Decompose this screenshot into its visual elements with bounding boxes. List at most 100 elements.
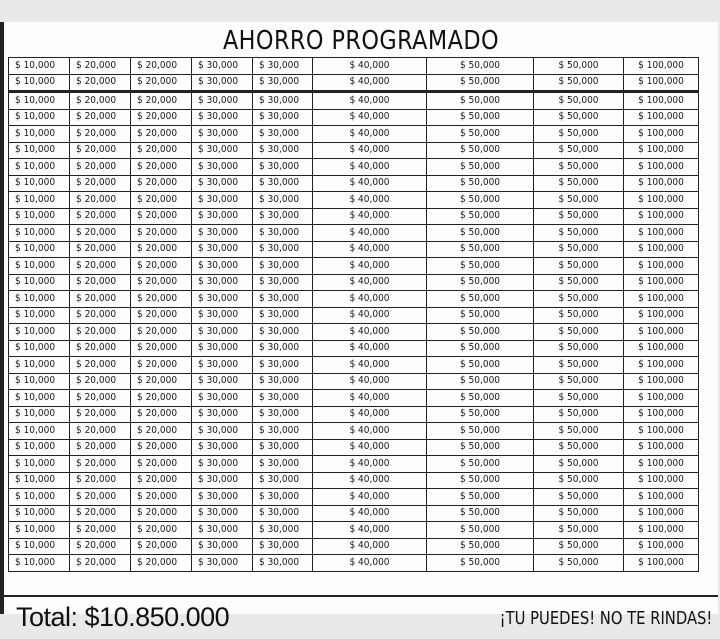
savings-cell: $ 40,000 bbox=[312, 339, 427, 357]
savings-cell: $ 10,000 bbox=[8, 339, 70, 357]
savings-cell: $ 30,000 bbox=[191, 504, 253, 522]
table-row: $ 10,000 $ 20,000 $ 20,000 $ 30,000 $ 30,000… bbox=[8, 554, 699, 572]
table-row: $ 10,000 $ 20,000 $ 20,000 $ 30,000 $ 30,000… bbox=[8, 504, 699, 522]
savings-cell: $ 20,000 bbox=[69, 488, 131, 506]
table-row: $ 10,000 $ 20,000 $ 20,000 $ 30,000 $ 30,000… bbox=[8, 191, 699, 209]
savings-cell: $ 30,000 bbox=[191, 108, 253, 126]
savings-cell: $ 20,000 bbox=[130, 389, 192, 407]
savings-cell: $ 100,000 bbox=[623, 471, 699, 489]
savings-cell: $ 40,000 bbox=[312, 455, 427, 473]
savings-cell: $ 50,000 bbox=[426, 537, 534, 555]
savings-cell: $ 20,000 bbox=[130, 537, 192, 555]
savings-cell: $ 30,000 bbox=[191, 422, 253, 440]
savings-cell: $ 10,000 bbox=[8, 257, 70, 275]
savings-cell: $ 100,000 bbox=[623, 323, 699, 341]
savings-cell: $ 100,000 bbox=[623, 372, 699, 390]
savings-cell: $ 10,000 bbox=[8, 389, 70, 407]
savings-cell: $ 20,000 bbox=[130, 174, 192, 192]
savings-cell: $ 20,000 bbox=[130, 158, 192, 176]
savings-cell: $ 20,000 bbox=[130, 73, 192, 92]
savings-cell: $ 100,000 bbox=[623, 191, 699, 209]
savings-cell: $ 40,000 bbox=[312, 141, 427, 159]
savings-cell: $ 50,000 bbox=[426, 488, 534, 506]
savings-cell: $ 20,000 bbox=[130, 422, 192, 440]
savings-cell: $ 50,000 bbox=[533, 422, 624, 440]
savings-cell: $ 30,000 bbox=[191, 257, 253, 275]
savings-cell: $ 100,000 bbox=[623, 455, 699, 473]
savings-cell: $ 20,000 bbox=[69, 273, 131, 291]
table-row: $ 10,000 $ 20,000 $ 20,000 $ 30,000 $ 30,000… bbox=[8, 422, 699, 440]
savings-cell: $ 30,000 bbox=[191, 488, 253, 506]
savings-cell: $ 50,000 bbox=[533, 471, 624, 489]
savings-cell: $ 50,000 bbox=[426, 191, 534, 209]
table-row: $ 10,000 $ 20,000 $ 20,000 $ 30,000 $ 30,000… bbox=[8, 158, 699, 176]
savings-cell: $ 50,000 bbox=[426, 471, 534, 489]
savings-cell: $ 50,000 bbox=[533, 174, 624, 192]
savings-cell: $ 50,000 bbox=[426, 521, 534, 539]
savings-cell: $ 30,000 bbox=[252, 537, 313, 555]
table-row: $ 10,000 $ 20,000 $ 20,000 $ 30,000 $ 30,000… bbox=[8, 438, 699, 456]
savings-cell: $ 50,000 bbox=[426, 125, 534, 143]
savings-cell: $ 30,000 bbox=[191, 306, 253, 324]
savings-cell: $ 100,000 bbox=[623, 141, 699, 159]
savings-cell: $ 20,000 bbox=[69, 537, 131, 555]
savings-cell: $ 20,000 bbox=[69, 191, 131, 209]
savings-cell: $ 30,000 bbox=[191, 455, 253, 473]
savings-cell: $ 20,000 bbox=[69, 257, 131, 275]
savings-cell: $ 30,000 bbox=[191, 372, 253, 390]
savings-cell: $ 40,000 bbox=[312, 488, 427, 506]
savings-cell: $ 50,000 bbox=[533, 73, 624, 92]
savings-cell: $ 20,000 bbox=[130, 108, 192, 126]
savings-cell: $ 50,000 bbox=[426, 207, 534, 225]
savings-cell: $ 20,000 bbox=[130, 224, 192, 242]
savings-cell: $ 50,000 bbox=[426, 356, 534, 374]
table-row: $ 10,000 $ 20,000 $ 20,000 $ 30,000 $ 30,000… bbox=[8, 290, 699, 308]
savings-cell: $ 10,000 bbox=[8, 141, 70, 159]
savings-cell: $ 50,000 bbox=[533, 488, 624, 506]
savings-cell: $ 10,000 bbox=[8, 537, 70, 555]
savings-cell: $ 50,000 bbox=[533, 372, 624, 390]
savings-cell: $ 100,000 bbox=[623, 90, 699, 110]
savings-cell: $ 20,000 bbox=[69, 73, 131, 92]
savings-cell: $ 30,000 bbox=[191, 405, 253, 423]
savings-cell: $ 100,000 bbox=[623, 537, 699, 555]
savings-cell: $ 20,000 bbox=[69, 455, 131, 473]
savings-cell: $ 40,000 bbox=[312, 207, 427, 225]
savings-cell: $ 20,000 bbox=[130, 257, 192, 275]
savings-cell: $ 10,000 bbox=[8, 73, 70, 92]
savings-cell: $ 20,000 bbox=[130, 207, 192, 225]
savings-cell: $ 40,000 bbox=[312, 108, 427, 126]
savings-cell: $ 20,000 bbox=[69, 554, 131, 572]
savings-cell: $ 30,000 bbox=[252, 455, 313, 473]
savings-cell: $ 40,000 bbox=[312, 158, 427, 176]
savings-cell: $ 20,000 bbox=[69, 141, 131, 159]
savings-cell: $ 20,000 bbox=[130, 438, 192, 456]
table-row: $ 10,000 $ 20,000 $ 20,000 $ 30,000 $ 30,000… bbox=[8, 323, 699, 341]
savings-cell: $ 20,000 bbox=[130, 405, 192, 423]
savings-cell: $ 30,000 bbox=[191, 339, 253, 357]
savings-cell: $ 40,000 bbox=[312, 356, 427, 374]
savings-cell: $ 50,000 bbox=[533, 323, 624, 341]
savings-cell: $ 50,000 bbox=[533, 90, 624, 110]
savings-cell: $ 50,000 bbox=[533, 438, 624, 456]
savings-cell: $ 20,000 bbox=[69, 158, 131, 176]
savings-cell: $ 50,000 bbox=[533, 290, 624, 308]
savings-cell: $ 10,000 bbox=[8, 372, 70, 390]
savings-cell: $ 30,000 bbox=[191, 240, 253, 258]
savings-cell: $ 20,000 bbox=[130, 504, 192, 522]
savings-cell: $ 10,000 bbox=[8, 273, 70, 291]
savings-cell: $ 100,000 bbox=[623, 240, 699, 258]
savings-cell: $ 40,000 bbox=[312, 554, 427, 572]
savings-cell: $ 50,000 bbox=[533, 125, 624, 143]
savings-cell: $ 20,000 bbox=[69, 471, 131, 489]
savings-cell: $ 10,000 bbox=[8, 224, 70, 242]
savings-cell: $ 50,000 bbox=[426, 405, 534, 423]
savings-cell: $ 100,000 bbox=[623, 521, 699, 539]
savings-cell: $ 20,000 bbox=[69, 422, 131, 440]
savings-cell: $ 20,000 bbox=[130, 323, 192, 341]
savings-cell: $ 50,000 bbox=[426, 504, 534, 522]
savings-cell: $ 50,000 bbox=[426, 257, 534, 275]
savings-cell: $ 50,000 bbox=[533, 240, 624, 258]
savings-cell: $ 50,000 bbox=[533, 356, 624, 374]
savings-sheet: AHORRO PROGRAMADO $ 10,000 $ 20,000 $ 20,0… bbox=[2, 22, 718, 632]
